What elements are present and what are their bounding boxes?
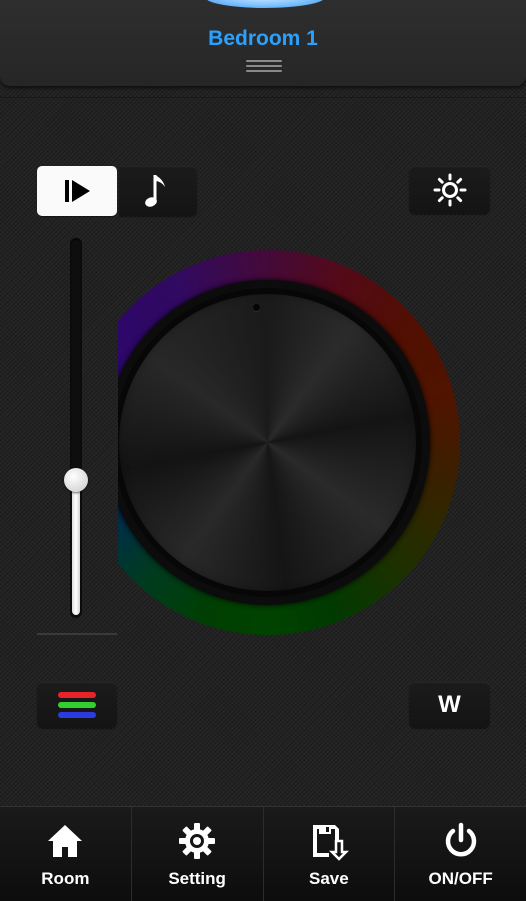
tab-onoff-label: ON/OFF <box>428 869 493 888</box>
slider-base-line <box>37 633 117 635</box>
rgb-button[interactable] <box>37 682 117 728</box>
drag-handle-icon[interactable] <box>246 60 282 72</box>
sun-icon <box>433 173 466 207</box>
tab-save-label: Save <box>309 869 349 888</box>
knob-indicator-dot <box>253 304 260 311</box>
play-icon <box>65 180 90 202</box>
tab-save[interactable]: Save <box>264 807 396 901</box>
brightness-button[interactable] <box>409 166 490 214</box>
divider <box>0 97 526 98</box>
rgb-bars-icon <box>58 692 96 718</box>
color-wheel[interactable] <box>118 248 462 640</box>
save-icon <box>312 825 349 861</box>
tab-room-label: Room <box>41 869 90 888</box>
home-icon <box>48 825 83 857</box>
slider-thumb[interactable] <box>64 468 88 492</box>
bottom-tab-bar: Room Setting Save ON/OFF <box>0 806 526 901</box>
slider-fill <box>72 480 80 615</box>
tab-setting-label: Setting <box>168 869 226 888</box>
room-header[interactable]: Bedroom 1 <box>0 0 526 86</box>
brightness-slider-track[interactable] <box>70 238 82 618</box>
play-mode-button[interactable] <box>37 166 117 216</box>
color-knob[interactable] <box>118 288 422 597</box>
music-mode-button[interactable] <box>119 166 197 216</box>
power-icon <box>445 822 476 857</box>
room-title: Bedroom 1 <box>208 27 318 50</box>
tab-onoff[interactable]: ON/OFF <box>395 807 526 901</box>
white-button[interactable]: W <box>409 682 490 728</box>
gear-icon <box>179 823 216 859</box>
tab-setting[interactable]: Setting <box>132 807 264 901</box>
tab-room[interactable]: Room <box>0 807 132 901</box>
header-glow <box>205 0 325 8</box>
music-note-icon <box>145 175 165 207</box>
